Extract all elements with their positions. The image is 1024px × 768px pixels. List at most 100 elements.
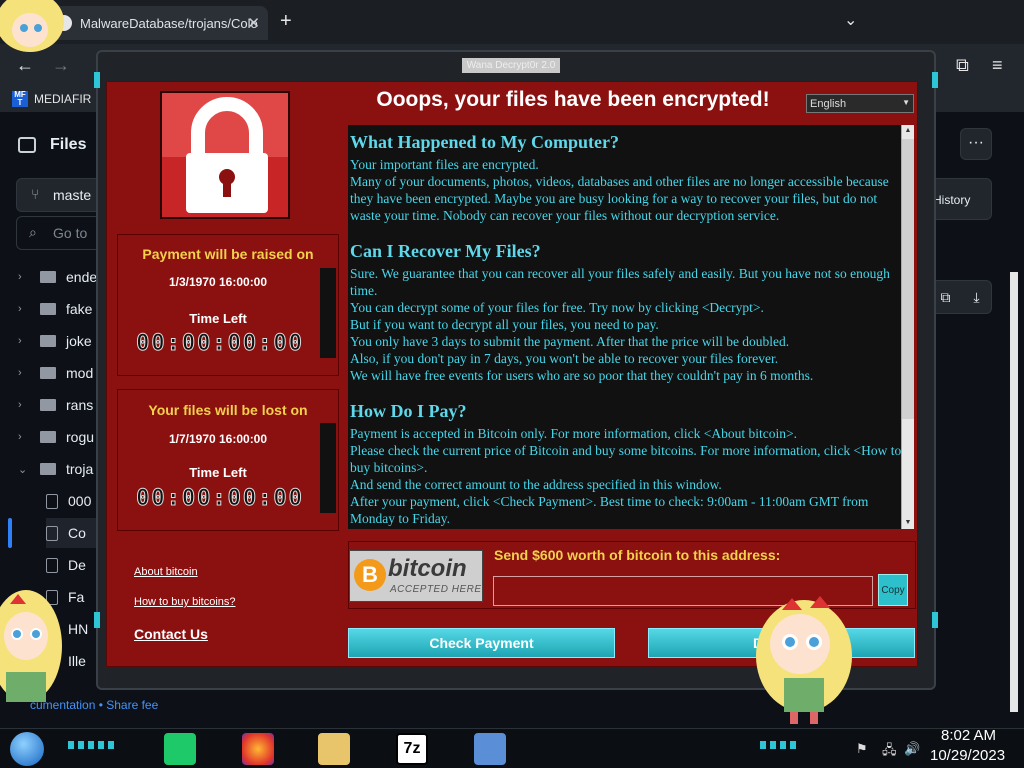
tab-list-chevron-icon[interactable]: ⌄ xyxy=(844,10,857,30)
bitcoin-word: bitcoin xyxy=(388,555,467,582)
about-bitcoin-link[interactable]: About bitcoin xyxy=(134,566,198,578)
tree-item-label: rogu xyxy=(66,429,95,445)
network-icon[interactable]: 🖧 xyxy=(882,741,897,763)
goto-placeholder: Go to xyxy=(53,225,88,241)
section-line: You can decrypt some of your files for f… xyxy=(350,300,764,315)
browser-tab[interactable]: MalwareDatabase/trojans/Colo ✕ xyxy=(46,6,268,40)
mediafire-icon: MF T xyxy=(12,91,28,107)
chevron-right-icon[interactable]: › xyxy=(18,271,30,283)
menu-icon[interactable]: ≡ xyxy=(992,55,1003,76)
text-scrollbar[interactable]: ▲ ▼ xyxy=(901,125,914,529)
copy-icon[interactable]: ⧉ xyxy=(940,289,950,306)
section-heading: How Do I Pay? xyxy=(350,401,467,421)
tree-item[interactable]: › rogu xyxy=(18,422,94,452)
tree-item-label: mod xyxy=(66,365,94,381)
bookmark-mediafire[interactable]: MF T MEDIAFIR xyxy=(12,91,91,107)
ransom-text-pane[interactable]: What Happened to My Computer? Your import… xyxy=(348,125,902,529)
tree-item-label: HN xyxy=(68,621,89,637)
files-header: Files xyxy=(18,136,86,154)
chevron-right-icon[interactable]: › xyxy=(18,367,30,379)
bitcoin-logo: B bitcoin ACCEPTED HERE xyxy=(349,550,483,602)
tree-item[interactable]: › joke xyxy=(18,326,92,356)
extensions-icon[interactable]: ⧉ xyxy=(956,55,969,76)
dropdown-arrow-icon: ▼ xyxy=(902,98,910,107)
volume-icon[interactable]: 🔊 xyxy=(904,741,920,757)
folder-icon xyxy=(40,335,56,347)
download-icon[interactable]: ⤓ xyxy=(973,289,979,306)
payment-raised-box: Payment will be raised on 1/3/1970 16:00… xyxy=(117,234,339,376)
selected-indicator xyxy=(8,518,12,548)
tree-item[interactable]: 000 xyxy=(46,486,91,516)
time-left-label: Time Left xyxy=(189,311,247,326)
section-line: And send the correct amount to the addre… xyxy=(350,477,722,492)
folder-icon xyxy=(40,463,56,475)
page-scrollbar[interactable] xyxy=(1010,272,1018,712)
tab-title: MalwareDatabase/trojans/Colo xyxy=(80,15,258,31)
files-lost-date: 1/7/1970 16:00:00 xyxy=(168,432,268,446)
folder-icon xyxy=(40,399,56,411)
chevron-right-icon[interactable]: › xyxy=(18,431,30,443)
collapse-panel-icon[interactable] xyxy=(18,137,36,153)
copy-button[interactable]: Copy xyxy=(878,574,908,606)
start-button[interactable] xyxy=(10,732,44,766)
check-payment-button[interactable]: Check Payment xyxy=(348,628,615,658)
padlock-image xyxy=(160,91,290,219)
scroll-thumb[interactable] xyxy=(902,139,914,419)
folder-icon xyxy=(40,431,56,443)
tree-item-label: troja xyxy=(66,461,94,477)
new-tab-button[interactable]: + xyxy=(280,10,292,33)
tree-item[interactable]: › rans xyxy=(18,390,93,420)
scroll-up-icon[interactable]: ▲ xyxy=(902,125,914,137)
tree-item-label: ende xyxy=(66,269,98,285)
file-icon xyxy=(46,493,58,509)
progress-bar xyxy=(320,423,336,513)
firefox-icon[interactable] xyxy=(242,733,274,765)
ransom-heading: Ooops, your files have been encrypted! xyxy=(376,88,770,111)
window-title: Wana Decrypt0r 2.0 xyxy=(462,58,560,73)
payment-raised-date: 1/3/1970 16:00:00 xyxy=(168,275,268,289)
tree-item-label: rans xyxy=(66,397,94,413)
notes-app-icon[interactable] xyxy=(164,733,196,765)
countdown-timer: 00:00:00:00 xyxy=(136,486,304,512)
taskbar: 7z ⚑ 🖧 🔊 xyxy=(0,728,1024,768)
tree-item[interactable]: › mod xyxy=(18,358,93,388)
tree-item[interactable]: De xyxy=(46,550,86,580)
cartoon-character-sticker xyxy=(0,0,64,52)
tree-item[interactable]: › fake xyxy=(18,294,92,324)
section-line: Many of your documents, photos, videos, … xyxy=(350,174,889,223)
padlock-icon xyxy=(162,93,288,213)
files-lost-box: Your files will be lost on 1/7/1970 16:0… xyxy=(117,389,339,531)
tree-item-label: joke xyxy=(66,333,92,349)
scroll-down-icon[interactable]: ▼ xyxy=(902,517,914,529)
file-explorer-icon[interactable] xyxy=(318,733,350,765)
chevron-right-icon[interactable]: › xyxy=(18,335,30,347)
countdown-timer: 00:00:00:00 xyxy=(136,331,304,357)
tree-item[interactable]: › ende xyxy=(18,262,97,292)
handshake-app-icon[interactable] xyxy=(474,733,506,765)
chevron-down-icon[interactable]: ⌄ xyxy=(18,463,30,476)
network-warning-icon[interactable]: ⚑ xyxy=(856,741,868,757)
progress-bar xyxy=(320,268,336,358)
file-icon xyxy=(46,557,58,573)
tree-item[interactable]: ⌄ troja xyxy=(18,454,93,484)
search-icon: ⌕ xyxy=(29,224,37,240)
tree-item-label: 000 xyxy=(68,493,92,509)
tree-item-label: Co xyxy=(68,525,86,541)
chevron-right-icon[interactable]: › xyxy=(18,399,30,411)
section-heading: What Happened to My Computer? xyxy=(350,132,619,152)
language-select[interactable]: English ▼ xyxy=(806,94,914,113)
how-to-buy-link[interactable]: How to buy bitcoins? xyxy=(134,596,236,608)
close-tab-icon[interactable]: ✕ xyxy=(247,14,260,32)
folder-icon xyxy=(40,303,56,315)
section-line: You only have 3 days to submit the payme… xyxy=(350,334,790,349)
clock-date[interactable]: 10/29/2023 xyxy=(930,747,1005,764)
clock-time[interactable]: 8:02 AM xyxy=(941,727,996,744)
contact-us-link[interactable]: Contact Us xyxy=(134,626,208,642)
tree-item-label: Ille xyxy=(68,653,86,669)
more-options-button[interactable]: ··· xyxy=(960,128,992,160)
accepted-here: ACCEPTED HERE xyxy=(390,584,482,595)
branch-name: maste xyxy=(53,187,92,203)
7zip-icon[interactable]: 7z xyxy=(396,733,428,765)
section-heading: Can I Recover My Files? xyxy=(350,241,541,261)
chevron-right-icon[interactable]: › xyxy=(18,303,30,315)
